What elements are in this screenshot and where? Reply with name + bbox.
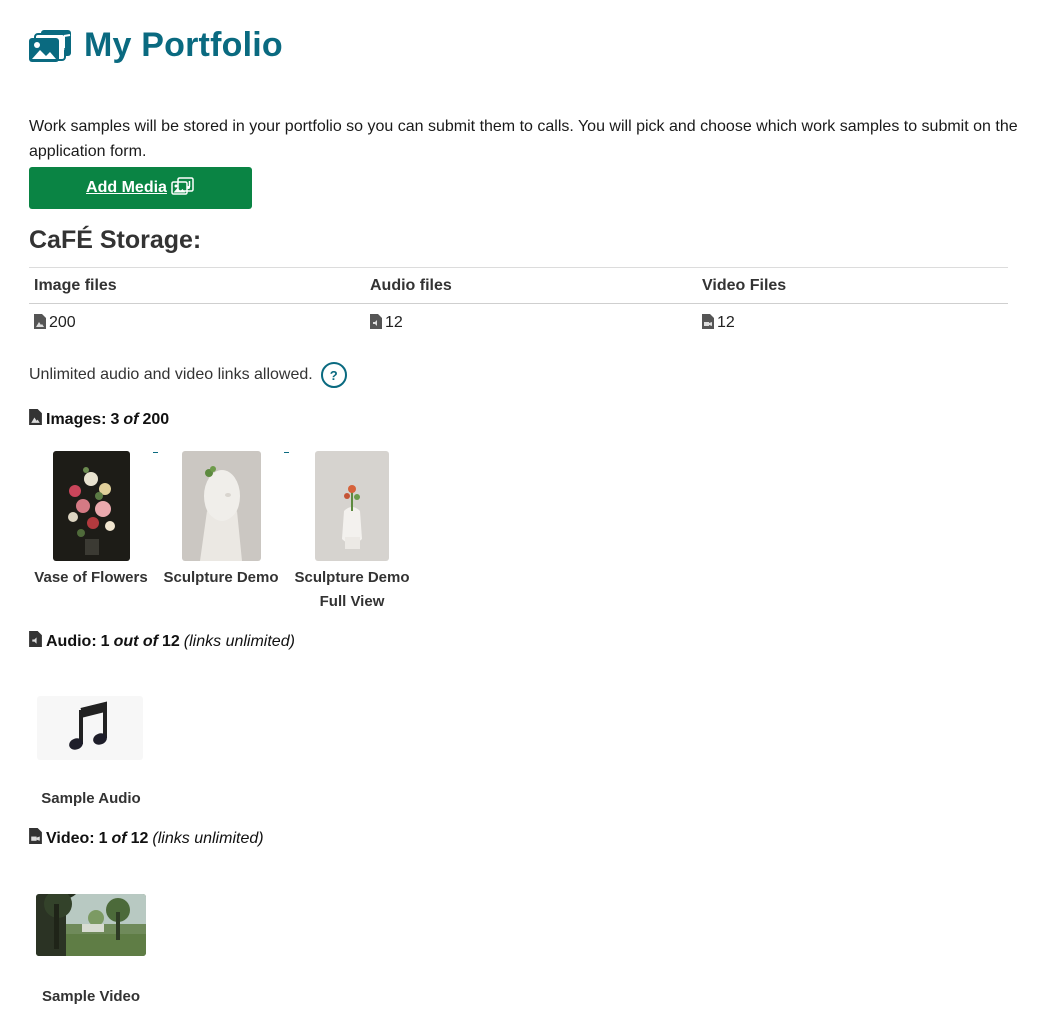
column-header-audio-files: Audio files [365,267,697,304]
video-label: Video: [46,829,95,847]
audio-of: out of [113,632,158,650]
image-thumbnail[interactable] [182,451,261,561]
audio-section-header: Audio: 1 out of 12 (links unlimited) [29,631,295,652]
music-note-icon [69,701,107,750]
audio-file-icon [29,631,42,652]
add-media-button[interactable]: Add Media [29,167,252,209]
images-of: of [123,410,139,428]
edit-marker[interactable] [153,452,158,453]
video-file-icon [702,314,714,334]
storage-table: Image files Audio files Video Files 200 … [29,267,1008,342]
image-thumbnail[interactable] [315,451,389,561]
audio-thumbnail[interactable] [37,696,143,760]
links-note: Unlimited audio and video links allowed.… [29,362,347,388]
images-count: 3 [110,410,120,428]
image-files-cell: 200 [29,304,365,343]
audio-files-value: 12 [385,314,403,331]
media-collection-icon [171,176,195,200]
image-file-icon [34,314,46,334]
column-header-video-files: Video Files [697,267,1008,304]
video-files-cell: 12 [697,304,1008,343]
image-thumbnail[interactable] [53,451,130,561]
image-file-icon [29,409,42,430]
video-thumbnail[interactable] [36,894,146,956]
audio-file-icon [370,314,382,334]
storage-title: CaFÉ Storage: [29,226,202,254]
video-section-header: Video: 1 of 12 (links unlimited) [29,828,264,849]
image-title[interactable]: Sculpture Demo Full View [284,566,420,614]
video-of: of [111,829,127,847]
video-title[interactable]: Sample Video [26,985,156,1009]
images-section-header: Images: 3 of 200 [29,409,169,430]
help-icon[interactable]: ? [320,362,347,388]
image-files-value: 200 [49,314,76,331]
page-header: My Portfolio [28,26,283,65]
links-note-text: Unlimited audio and video links allowed. [29,366,313,383]
intro-text: Work samples will be stored in your port… [29,118,1018,160]
video-files-value: 12 [717,314,735,331]
page-title: My Portfolio [84,26,283,64]
video-note: (links unlimited) [152,829,264,847]
video-total: 12 [130,829,149,847]
audio-note: (links unlimited) [183,632,295,650]
media-collection-icon [28,28,74,64]
audio-count: 1 [100,632,110,650]
audio-files-cell: 12 [365,304,697,343]
images-label: Images: [46,410,107,428]
image-title[interactable]: Vase of Flowers [26,566,156,590]
audio-total: 12 [161,632,180,650]
audio-title[interactable]: Sample Audio [26,787,156,811]
video-file-icon [29,828,42,849]
column-header-image-files: Image files [29,267,365,304]
add-media-label: Add Media [86,179,167,196]
edit-marker[interactable] [284,452,289,453]
image-title[interactable]: Sculpture Demo [160,566,282,590]
audio-label: Audio: [46,632,97,650]
video-count: 1 [98,829,108,847]
images-total: 200 [142,410,170,428]
